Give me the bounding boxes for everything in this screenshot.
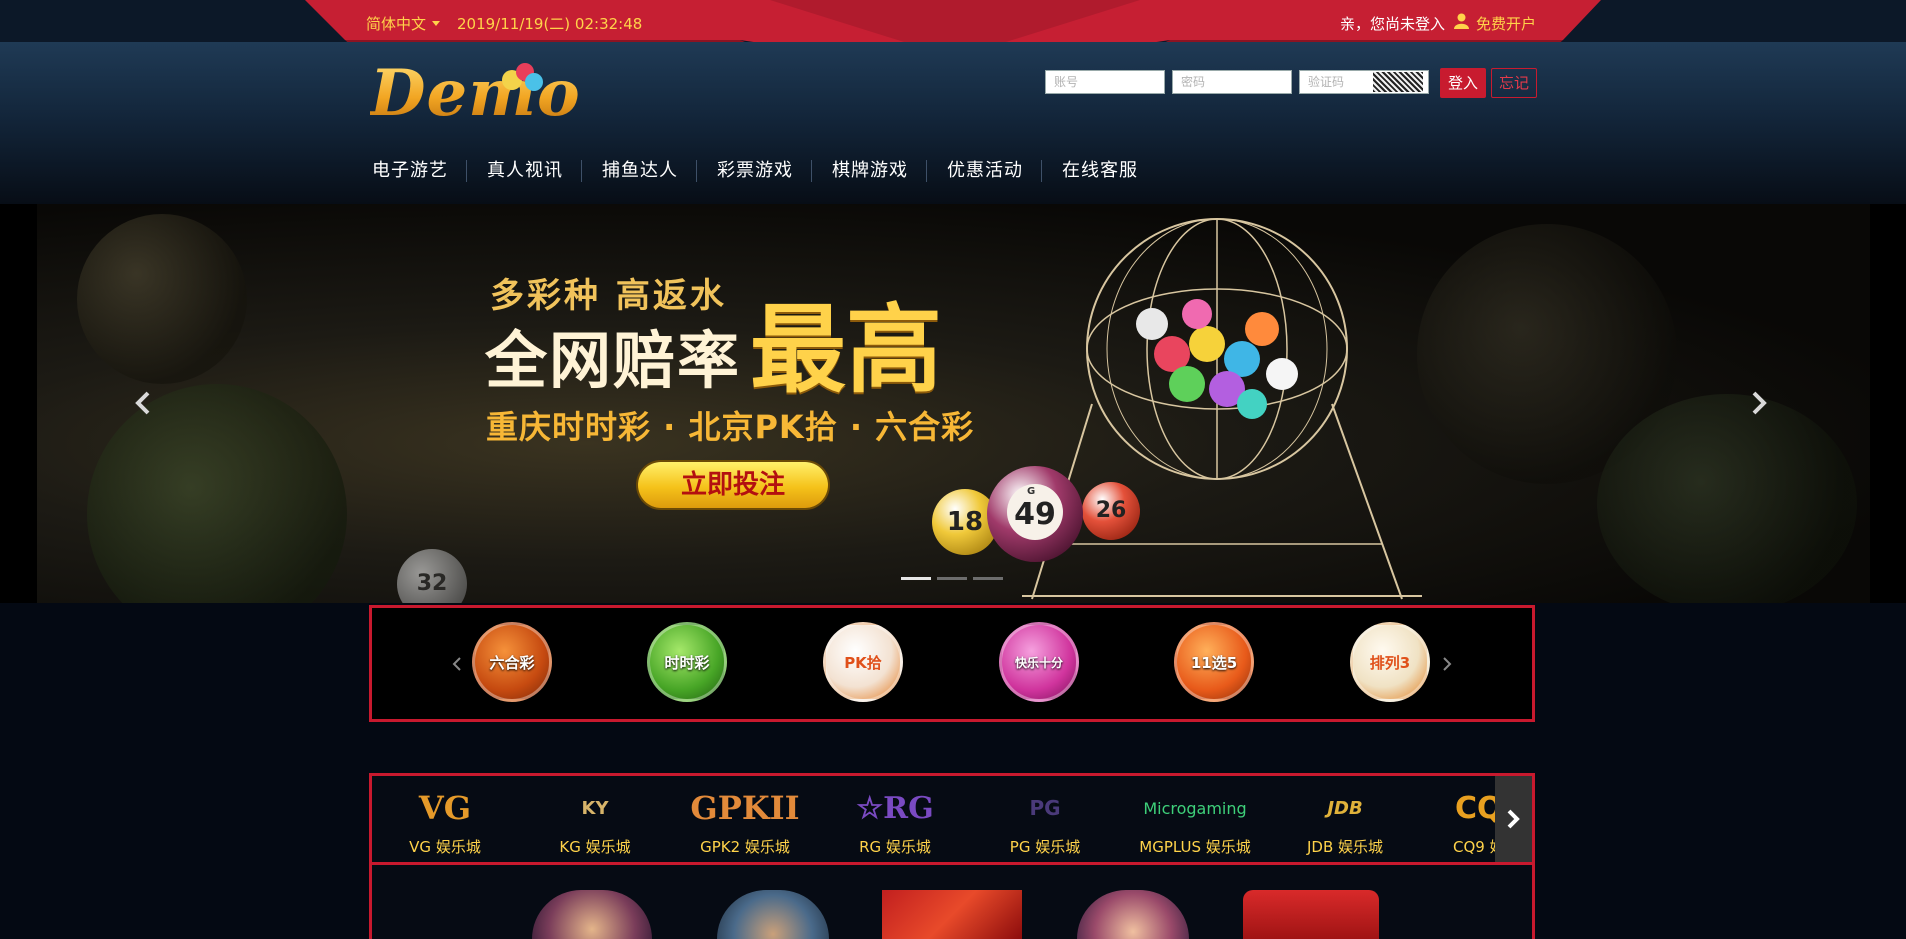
account-input[interactable] (1045, 70, 1165, 94)
site-logo[interactable]: Demo (370, 52, 580, 140)
banner-side-right (1870, 204, 1906, 603)
platform-pg-name: PG 娱乐城 (1009, 838, 1081, 856)
captcha-image[interactable] (1373, 72, 1423, 92)
forgot-password-button[interactable]: 忘记 (1491, 68, 1537, 98)
platform-cq9-name: CQ9 娱乐城 (1453, 838, 1495, 856)
register-link[interactable]: 免费开户 (1476, 13, 1536, 34)
platform-rg-name: RG 娱乐城 (859, 838, 931, 856)
lottery-happy-ten[interactable]: 快乐十分 (999, 622, 1079, 702)
platform-vg[interactable]: VG VG 娱乐城 (370, 784, 520, 860)
datetime-display: 2019/11/19(二) 02:32:48 (457, 15, 643, 33)
lottery-11x5-label: 11选5 (1190, 653, 1238, 672)
nav-item-live-casino[interactable]: 真人视讯 (487, 160, 582, 182)
top-bar (0, 0, 1906, 72)
lottery-mark-six[interactable]: 六合彩 (472, 622, 552, 702)
platform-cq9-logo: CQ9 (1455, 790, 1495, 826)
nav-item-fishing[interactable]: 捕鱼达人 (602, 160, 697, 182)
user-icon (1454, 13, 1469, 29)
ball-32: 32 (397, 549, 467, 603)
password-input[interactable] (1172, 70, 1292, 94)
bg-ball-decoration (1597, 394, 1857, 603)
banner-title-line2: 全网赔率 (485, 324, 742, 397)
nav-item-customer-service[interactable]: 在线客服 (1062, 160, 1156, 182)
platform-gpk2-logo: GPKII (690, 789, 800, 827)
banner-dot-3[interactable] (973, 577, 1003, 580)
platform-jdb[interactable]: JDB JDB 娱乐城 (1270, 784, 1420, 860)
ball-49-letter: G (1027, 486, 1036, 497)
lottery-ssc-label: 时时彩 (664, 653, 710, 672)
banner-dot-2[interactable] (937, 577, 967, 580)
caret-down-icon (432, 21, 441, 26)
platform-vg-logo: VG (418, 789, 472, 827)
lottery-happy-ten-label: 快乐十分 (1014, 655, 1063, 670)
bet-now-button[interactable]: 立即投注 (638, 462, 828, 508)
platform-mgplus[interactable]: Microgaming MGPLUS 娱乐城 (1120, 784, 1270, 860)
banner-subtitle: 重庆时时彩 · 北京PK拾 · 六合彩 (486, 408, 975, 446)
banner-side-left (0, 204, 37, 603)
platform-kg[interactable]: KY KG 娱乐城 (520, 784, 670, 860)
main-nav: 电子游艺 真人视讯 捕鱼达人 彩票游戏 棋牌游戏 优惠活动 在线客服 (372, 160, 1176, 184)
lottery-pl3-label: 排列3 (1369, 653, 1411, 672)
lottery-next-arrow-icon[interactable] (1442, 656, 1452, 672)
platform-mgplus-name: MGPLUS 娱乐城 (1139, 838, 1251, 856)
lottery-ssc[interactable]: 时时彩 (647, 622, 727, 702)
platform-rg[interactable]: ☆RG RG 娱乐城 (820, 784, 970, 860)
platform-pg[interactable]: PG PG 娱乐城 (970, 784, 1120, 860)
ball-49: 49 G (987, 466, 1083, 562)
platform-jdb-name: JDB 娱乐城 (1306, 838, 1384, 856)
lottery-mark-six-label: 六合彩 (489, 653, 535, 672)
platform-next-button[interactable] (1495, 776, 1532, 862)
platform-mgplus-logo: Microgaming (1143, 798, 1247, 818)
platform-gpk2-name: GPK2 娱乐城 (700, 838, 790, 856)
platform-vg-name: VG 娱乐城 (409, 838, 481, 856)
nav-item-promotions[interactable]: 优惠活动 (947, 160, 1042, 182)
lottery-pl3[interactable]: 排列3 (1350, 622, 1430, 702)
banner-next-arrow-icon[interactable] (1749, 390, 1769, 416)
lottery-11x5[interactable]: 11选5 (1174, 622, 1254, 702)
language-selector[interactable]: 简体中文 (366, 13, 441, 34)
bg-ball-decoration (87, 384, 347, 603)
platform-kg-name: KG 娱乐城 (559, 838, 631, 856)
game-thumbnail[interactable] (1243, 890, 1379, 939)
platform-pg-logo: PG (1029, 796, 1061, 820)
banner-dot-1[interactable] (901, 577, 931, 580)
banner-prev-arrow-icon[interactable] (133, 390, 153, 416)
platform-kg-logo: KY (581, 797, 609, 819)
banner-title-highlight: 最高 (750, 293, 942, 406)
platform-rg-logo: ☆RG (856, 790, 934, 826)
language-label: 简体中文 (366, 15, 427, 33)
chevron-right-icon (1507, 809, 1520, 829)
lottery-prev-arrow-icon[interactable] (452, 656, 462, 672)
platform-jdb-logo: JDB (1327, 797, 1363, 819)
banner-pagination (901, 577, 1003, 580)
login-button[interactable]: 登入 (1440, 68, 1486, 98)
logo-text: Demo (370, 56, 581, 131)
lottery-balls-icon (502, 63, 543, 91)
nav-item-electronic-games[interactable]: 电子游艺 (372, 160, 467, 182)
platform-gpk2[interactable]: GPKII GPK2 娱乐城 (670, 784, 820, 860)
nav-item-lottery[interactable]: 彩票游戏 (717, 160, 812, 182)
lottery-pk10[interactable]: PK拾 (823, 622, 903, 702)
platform-divider (372, 862, 1532, 865)
nav-item-card-games[interactable]: 棋牌游戏 (832, 160, 927, 182)
login-status-text: 亲，您尚未登入 (1340, 15, 1446, 33)
bg-ball-decoration (77, 214, 247, 384)
ball-26: 26 (1082, 482, 1140, 540)
game-thumbnail[interactable] (882, 890, 1022, 939)
platform-cq9[interactable]: CQ9 CQ9 娱乐城 (1420, 784, 1495, 860)
lottery-cage-illustration (1022, 218, 1422, 600)
lottery-pk10-label: PK拾 (844, 653, 882, 672)
